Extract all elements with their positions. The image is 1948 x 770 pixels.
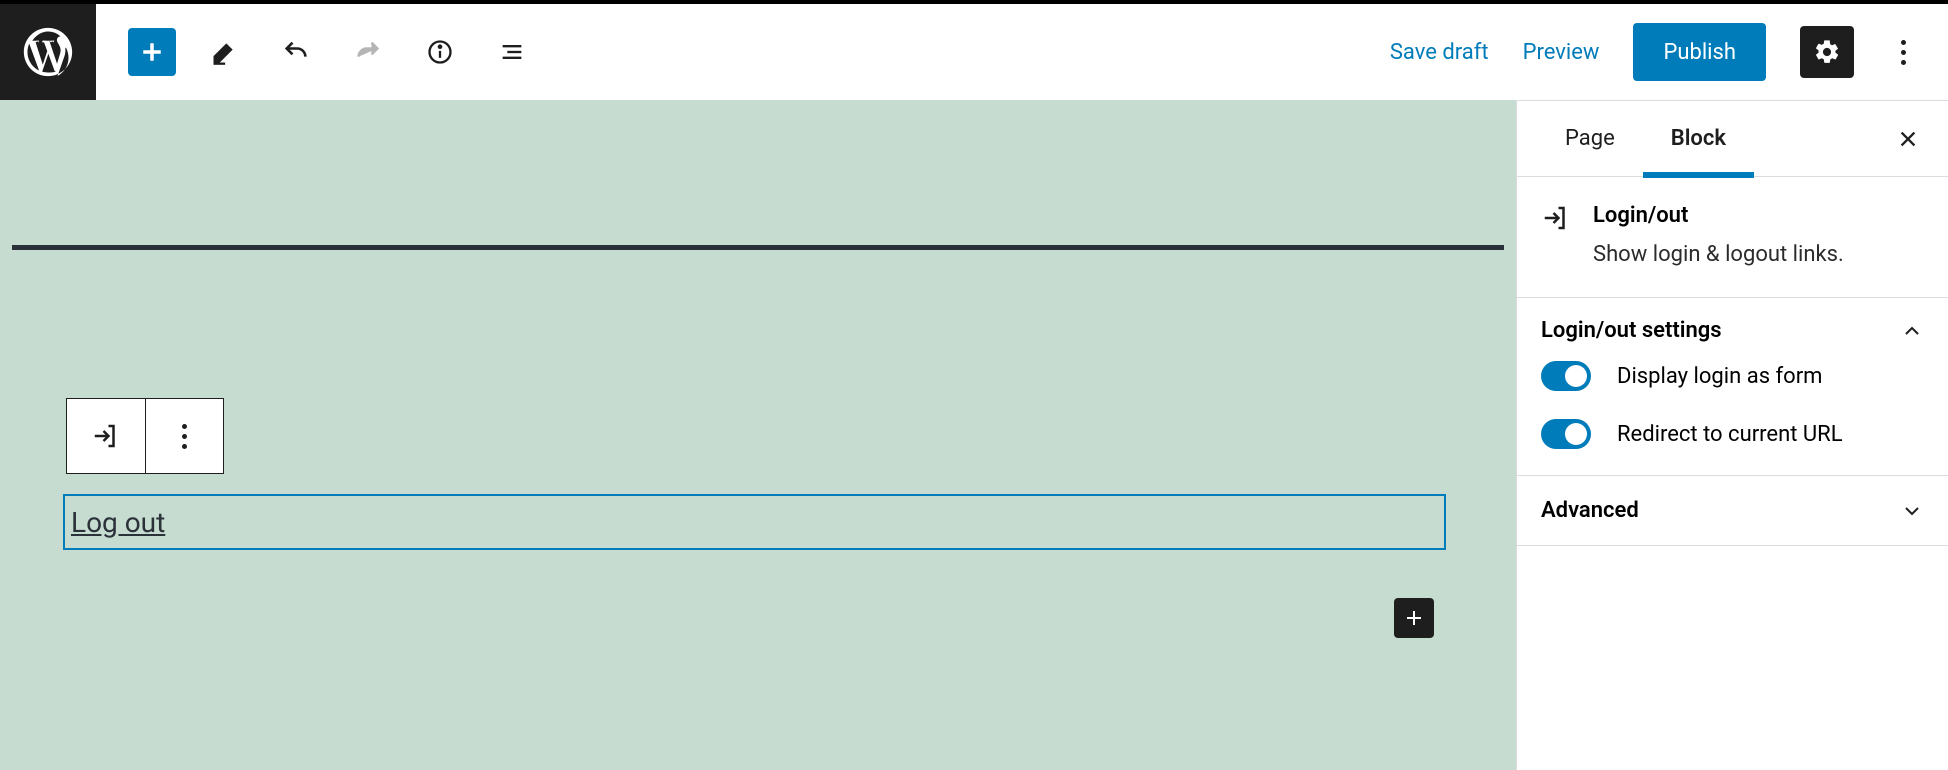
block-title: Login/out (1593, 203, 1844, 228)
block-floating-toolbar (66, 398, 224, 474)
block-info-panel: Login/out Show login & logout links. (1517, 177, 1948, 298)
login-icon (1541, 203, 1571, 233)
panel-title: Advanced (1541, 498, 1639, 523)
list-icon (498, 38, 526, 66)
left-toolbar (96, 28, 536, 76)
kebab-icon (182, 424, 187, 449)
tab-block[interactable]: Block (1643, 101, 1754, 177)
right-toolbar: Save draft Preview Publish (1390, 23, 1948, 81)
add-block-inline-button[interactable] (1394, 598, 1434, 638)
logout-link[interactable]: Log out (71, 506, 165, 539)
block-description: Show login & logout links. (1593, 242, 1844, 267)
chevron-down-icon (1900, 499, 1924, 523)
toggle-switch[interactable] (1541, 419, 1591, 449)
settings-panel-toggle[interactable]: Login/out settings (1517, 298, 1948, 353)
outline-button[interactable] (488, 28, 536, 76)
publish-button[interactable]: Publish (1633, 23, 1766, 81)
plus-icon (1402, 606, 1426, 630)
wordpress-logo[interactable] (0, 4, 96, 100)
plus-icon (138, 38, 166, 66)
undo-button[interactable] (272, 28, 320, 76)
settings-panel: Login/out settings Display login as form… (1517, 298, 1948, 476)
block-more-button[interactable] (145, 399, 223, 473)
preview-button[interactable]: Preview (1523, 40, 1600, 65)
wordpress-icon (19, 23, 77, 81)
advanced-panel-toggle[interactable]: Advanced (1517, 476, 1948, 545)
edit-tool-button[interactable] (200, 28, 248, 76)
settings-sidebar: Page Block Login/out Show login & logout… (1516, 100, 1948, 770)
info-button[interactable] (416, 28, 464, 76)
toggle-display-login-form: Display login as form (1541, 361, 1924, 391)
toggle-label: Redirect to current URL (1617, 422, 1843, 447)
toggle-switch[interactable] (1541, 361, 1591, 391)
kebab-icon (1901, 40, 1906, 65)
tab-page[interactable]: Page (1537, 101, 1643, 177)
pencil-icon (210, 38, 238, 66)
add-block-button[interactable] (128, 28, 176, 76)
redo-icon (354, 38, 382, 66)
editor-canvas[interactable]: Log out (0, 100, 1516, 770)
toggle-redirect-current-url: Redirect to current URL (1541, 419, 1924, 449)
undo-icon (282, 38, 310, 66)
advanced-panel: Advanced (1517, 476, 1948, 546)
loginout-block[interactable]: Log out (63, 494, 1446, 550)
sidebar-tabs: Page Block (1517, 101, 1948, 177)
separator-block (12, 245, 1504, 250)
editor-topbar: Save draft Preview Publish (0, 4, 1948, 100)
more-options-button[interactable] (1888, 28, 1918, 76)
block-type-button[interactable] (67, 399, 145, 473)
close-sidebar-button[interactable] (1888, 119, 1928, 159)
settings-button[interactable] (1800, 26, 1854, 78)
close-icon (1897, 128, 1919, 150)
panel-title: Login/out settings (1541, 318, 1722, 343)
gear-icon (1813, 38, 1841, 66)
login-icon (91, 421, 121, 451)
redo-button[interactable] (344, 28, 392, 76)
save-draft-button[interactable]: Save draft (1390, 40, 1489, 65)
chevron-up-icon (1900, 319, 1924, 343)
info-icon (426, 38, 454, 66)
toggle-label: Display login as form (1617, 364, 1822, 389)
